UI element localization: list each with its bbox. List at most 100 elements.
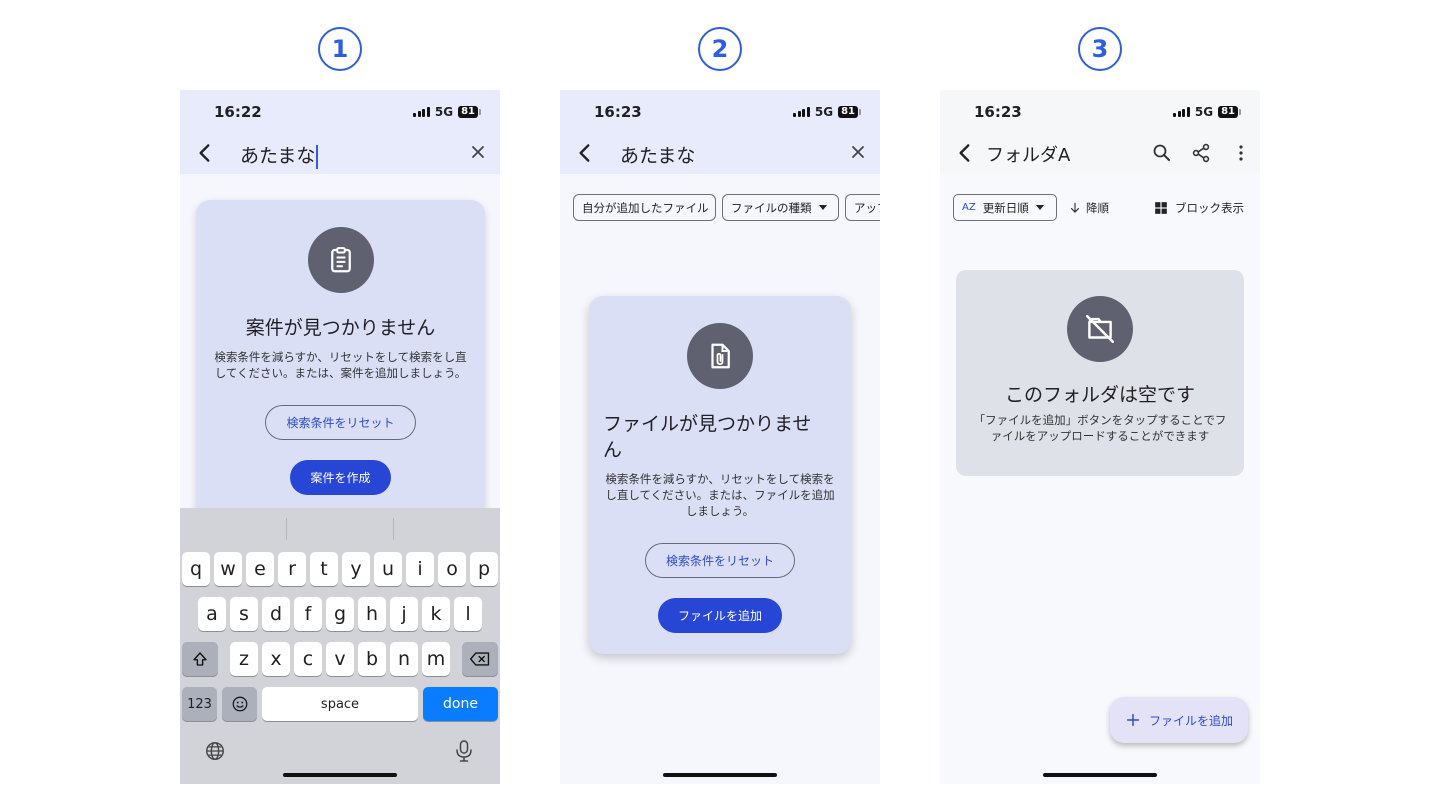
key-y[interactable]: y: [342, 552, 370, 586]
phone-screen-3: 16:23 5G 81 フォルダA AZ 更新日順 降順 ブロック表示 このフォ…: [940, 90, 1260, 784]
empty-title-line: ん: [603, 439, 623, 461]
keyboard-row-1: q w e r t y u i o p: [180, 552, 500, 586]
space-key[interactable]: space: [262, 687, 418, 721]
key-e[interactable]: e: [246, 552, 274, 586]
key-x[interactable]: x: [262, 642, 290, 676]
key-q[interactable]: q: [182, 552, 210, 586]
key-w[interactable]: w: [214, 552, 242, 586]
phone-screen-2: 16:23 5G 81 あたまな 自分が追加したファイル ファイルの種類 アップ…: [560, 90, 880, 784]
phone-screen-1: 16:22 5G 81 あたまな 案件が見つかりません 検索条件を減らすか、リセ…: [180, 90, 500, 784]
add-file-button[interactable]: ファイルを追加: [657, 598, 782, 633]
shift-key[interactable]: [182, 642, 218, 676]
create-case-button[interactable]: 案件を作成: [290, 460, 391, 495]
key-n[interactable]: n: [390, 642, 418, 676]
network-label: 5G: [814, 105, 834, 119]
key-c[interactable]: c: [294, 642, 322, 676]
battery-icon: 81: [458, 106, 481, 118]
empty-state-card: ファイルが見つかりませ ん 検索条件を減らすか、リセットをして検索を し直してく…: [589, 296, 851, 654]
add-file-fab[interactable]: ファイルを追加: [1110, 697, 1248, 743]
step-number-1: 1: [318, 27, 362, 71]
key-h[interactable]: h: [358, 597, 386, 631]
empty-title: 案件が見つかりません: [245, 317, 436, 339]
key-g[interactable]: g: [326, 597, 354, 631]
search-input[interactable]: あたまな: [620, 141, 695, 168]
plus-icon: [1126, 713, 1140, 727]
key-s[interactable]: s: [230, 597, 258, 631]
back-icon[interactable]: [572, 140, 598, 166]
sort-az-icon: AZ: [962, 202, 976, 213]
empty-description-line: してください。または、案件を追加しましょう。: [214, 366, 467, 380]
keyboard-row-3: z x c v b n m: [180, 642, 500, 676]
empty-folder-card: このフォルダは空です 「ファイルを追加」ボタンをタップすることでフ ァイルをアッ…: [956, 270, 1244, 476]
text-caret: [316, 144, 319, 169]
sort-label: 更新日順: [982, 200, 1029, 215]
key-o[interactable]: o: [438, 552, 466, 586]
more-vertical-icon[interactable]: [1229, 141, 1253, 165]
emoji-key[interactable]: [222, 687, 257, 721]
battery-icon: 81: [838, 106, 861, 118]
key-t[interactable]: t: [310, 552, 338, 586]
key-j[interactable]: j: [390, 597, 418, 631]
status-time: 16:23: [594, 103, 642, 121]
battery-icon: 81: [1218, 106, 1241, 118]
microphone-icon[interactable]: [454, 739, 474, 763]
home-indicator: [663, 773, 777, 777]
key-z[interactable]: z: [230, 642, 258, 676]
signal-icon: [413, 107, 430, 117]
key-p[interactable]: p: [470, 552, 498, 586]
close-icon[interactable]: [466, 140, 490, 164]
empty-description-line: 検索条件を減らすか、リセットをして検索をし直: [214, 350, 467, 364]
empty-state-card: 案件が見つかりません 検索条件を減らすか、リセットをして検索をし直 してください…: [196, 200, 485, 520]
empty-title: ファイルが見つかりませ ん: [589, 411, 851, 463]
globe-icon[interactable]: [204, 740, 226, 762]
done-key[interactable]: done: [423, 687, 498, 721]
key-b[interactable]: b: [358, 642, 386, 676]
view-mode-toggle[interactable]: ブロック表示: [1154, 194, 1244, 221]
empty-description-line: しましょう。: [685, 504, 755, 518]
search-input[interactable]: あたまな: [240, 141, 319, 169]
empty-description-line: 検索条件を減らすか、リセットをして検索を: [605, 472, 835, 486]
emoji-icon: [232, 696, 247, 712]
filter-chip-my-files[interactable]: 自分が追加したファイル: [573, 194, 716, 221]
key-v[interactable]: v: [326, 642, 354, 676]
app-bar: フォルダA: [940, 132, 1260, 174]
key-i[interactable]: i: [406, 552, 434, 586]
key-m[interactable]: m: [422, 642, 450, 676]
empty-description-line: し直してください。または、ファイルを追加: [605, 488, 835, 502]
empty-description-line: 「ファイルを追加」ボタンをタップすることでフ: [973, 413, 1227, 427]
key-d[interactable]: d: [262, 597, 290, 631]
sort-order-toggle[interactable]: 降順: [1068, 194, 1109, 221]
key-r[interactable]: r: [278, 552, 306, 586]
filter-chip-upload[interactable]: アップ: [845, 194, 880, 221]
search-icon[interactable]: [1150, 141, 1174, 165]
network-label: 5G: [434, 105, 454, 119]
sort-dropdown[interactable]: AZ 更新日順: [953, 194, 1057, 221]
search-bar: あたまな: [560, 132, 880, 174]
numbers-key[interactable]: 123: [182, 687, 217, 721]
backspace-icon: [470, 652, 490, 666]
filter-chip-label: アップ: [854, 200, 880, 215]
filter-chip-label: 自分が追加したファイル: [582, 200, 709, 215]
key-u[interactable]: u: [374, 552, 402, 586]
empty-description: 「ファイルを追加」ボタンをタップすることでフ ァイルをアップロードすることができ…: [956, 412, 1244, 444]
key-f[interactable]: f: [294, 597, 322, 631]
delete-key[interactable]: [462, 642, 498, 676]
signal-icon: [1173, 107, 1190, 117]
empty-description-line: ァイルをアップロードすることができます: [990, 429, 1210, 443]
reset-search-button[interactable]: 検索条件をリセット: [644, 543, 795, 578]
key-a[interactable]: a: [198, 597, 226, 631]
empty-description: 検索条件を減らすか、リセットをして検索を し直してください。または、ファイルを追…: [589, 471, 851, 519]
back-icon[interactable]: [952, 140, 978, 166]
key-l[interactable]: l: [454, 597, 482, 631]
key-k[interactable]: k: [422, 597, 450, 631]
close-icon[interactable]: [846, 140, 870, 164]
keyboard: q w e r t y u i o p a s d f g h j k l z: [180, 508, 500, 784]
empty-title-line: ファイルが見つかりませ: [603, 413, 812, 435]
file-attachment-icon: [687, 323, 753, 389]
reset-search-button[interactable]: 検索条件をリセット: [265, 405, 416, 440]
dropdown-icon: [818, 205, 827, 210]
filter-chip-label: ファイルの種類: [731, 200, 812, 215]
share-icon[interactable]: [1189, 141, 1213, 165]
filter-chip-file-type[interactable]: ファイルの種類: [722, 194, 839, 221]
back-icon[interactable]: [192, 140, 218, 166]
